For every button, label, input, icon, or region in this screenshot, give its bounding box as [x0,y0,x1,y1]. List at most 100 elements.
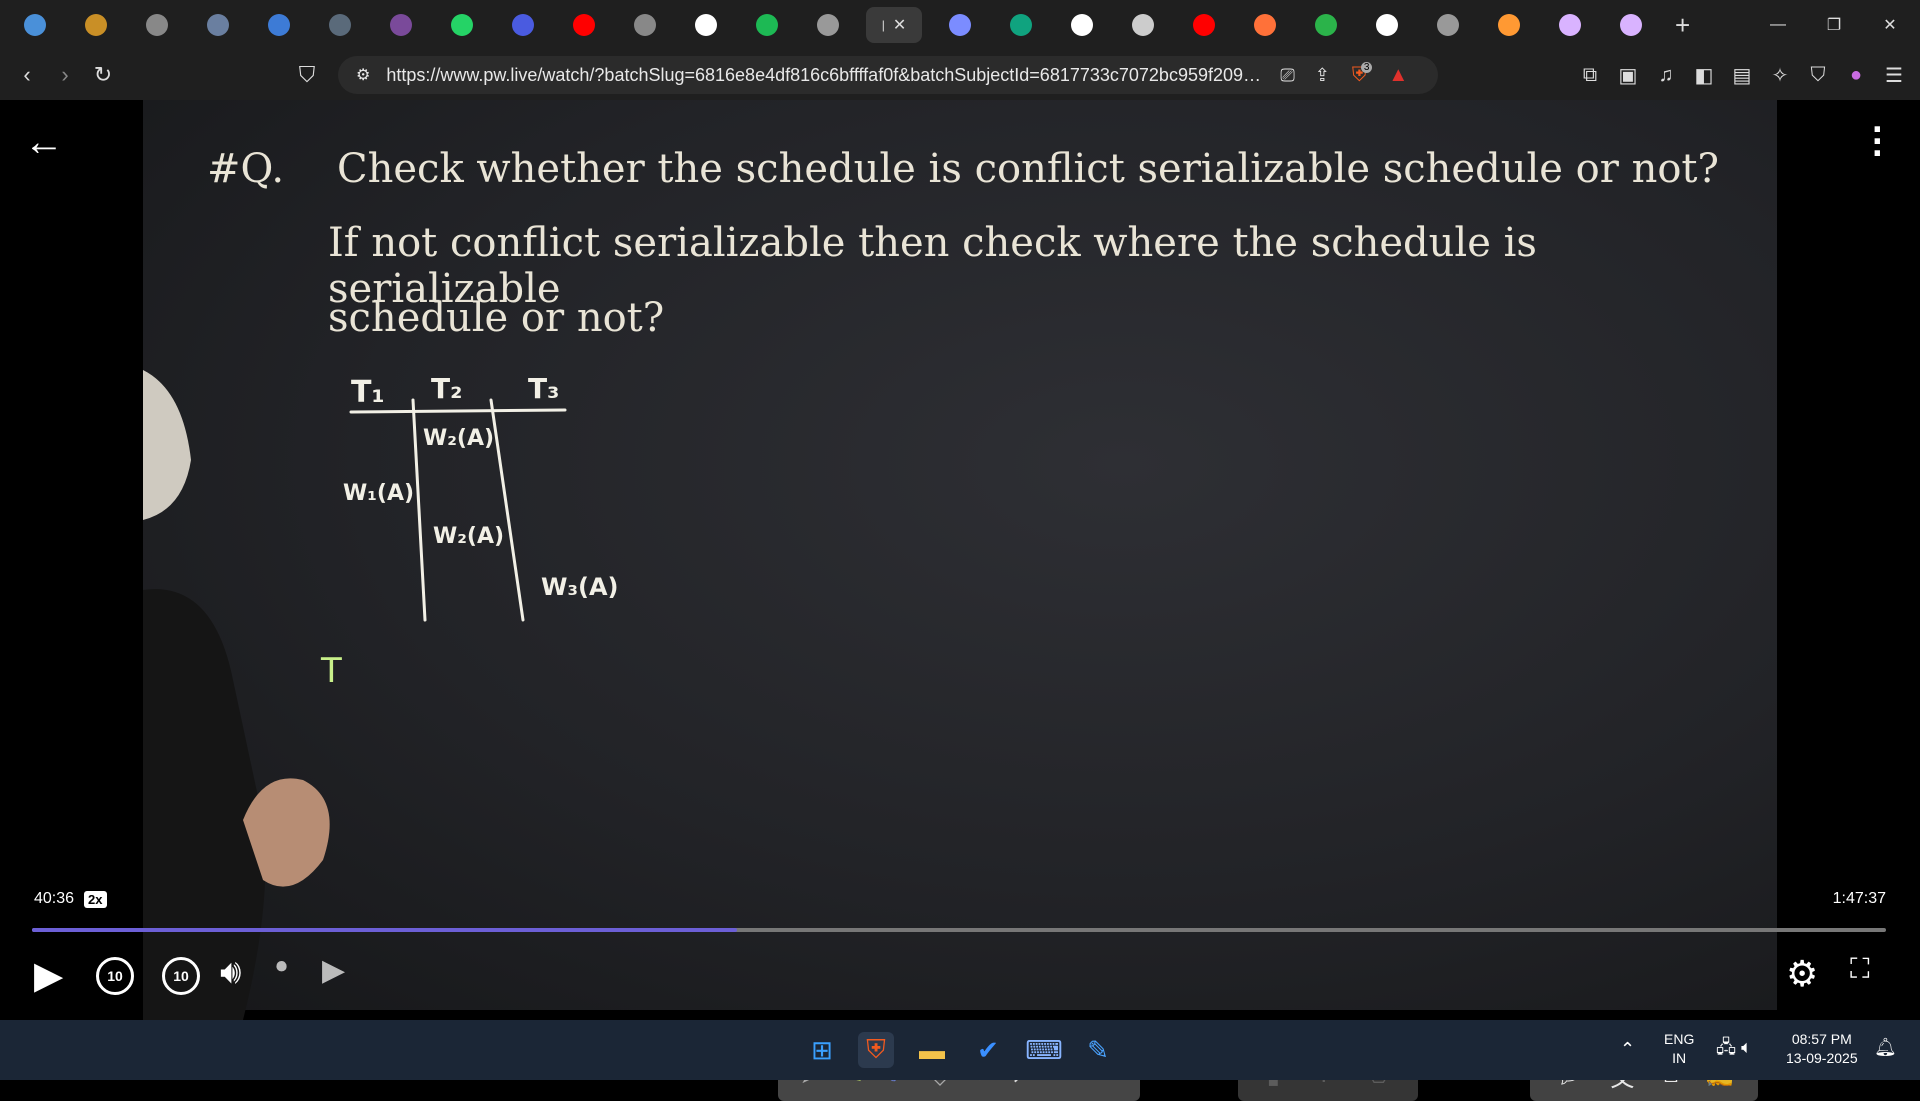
leo-ai-icon[interactable]: ✧ [1764,63,1796,88]
extensions-icon[interactable]: ⧉ [1574,64,1606,87]
browser-tab[interactable] [1364,7,1410,43]
browser-tab[interactable] [73,7,119,43]
forward-icon[interactable]: › [46,62,84,88]
browser-tab[interactable] [12,7,58,43]
cast-icon[interactable]: ⎚ [1280,65,1294,86]
globe-icon [146,14,168,36]
keyboard-icon[interactable]: ⌨ [1025,1032,1063,1068]
sidebar-icon[interactable]: ◧ [1688,63,1720,88]
paint-icon[interactable]: ✎ [1080,1032,1116,1068]
media-icon[interactable]: ♫ [1650,64,1682,87]
browser-tab[interactable] [1242,7,1288,43]
clock-date: 13-09-2025 [1786,1050,1858,1066]
brave-taskbar-icon[interactable]: ⛨ [858,1032,894,1068]
settings-gear-icon[interactable]: ⚙ [1786,953,1818,995]
new-tab-icon[interactable]: + [1675,10,1690,41]
skip-back-button[interactable]: 10 [96,957,134,995]
active-tab[interactable]: | ✕ [866,7,922,43]
playback-speed[interactable]: 2x [84,890,107,908]
volume-icon[interactable]: 🔊︎ [220,953,241,992]
browser-tab[interactable] [1425,7,1471,43]
tabs-group [12,7,866,43]
browser-tab[interactable] [744,7,790,43]
browser-tab[interactable] [134,7,180,43]
gemini-icon [949,14,971,36]
hand-t3: T₃ [528,372,559,405]
address-bar[interactable]: ⚙ https://www.pw.live/watch/?batchSlug=6… [338,56,1438,94]
url-text[interactable]: https://www.pw.live/watch/?batchSlug=681… [386,65,1266,86]
skip-forward-button[interactable]: 10 [162,957,200,995]
language-indicator[interactable]: ENG IN [1664,1030,1694,1068]
browser-tab[interactable] [1608,7,1654,43]
browser-tab[interactable] [1303,7,1349,43]
region: IN [1672,1050,1687,1066]
play-icon[interactable]: ▶ [34,953,63,998]
bookmark-icon[interactable]: ⛉ [288,62,326,88]
back-arrow-icon[interactable]: ← [24,120,64,165]
next-icon[interactable]: ▶ [322,953,345,988]
minimize-icon[interactable]: — [1750,0,1806,50]
browser-tab[interactable] [683,7,729,43]
site-settings-icon[interactable]: ⚙ [356,65,370,85]
windows-start-icon[interactable]: ⊞ [804,1032,840,1068]
bookmark-blue-icon [512,14,534,36]
file-explorer-icon[interactable]: ▬ [914,1032,950,1068]
brave-badge: 3 [1360,61,1373,73]
browser-tab[interactable] [317,7,363,43]
recording-icon[interactable]: ⏺ [276,953,287,979]
clock[interactable]: 08:57 PM 13-09-2025 [1786,1030,1858,1068]
reload-icon[interactable]: ↻ [84,62,122,88]
browser-tab[interactable] [1181,7,1227,43]
window-icon [1132,14,1154,36]
youtube-icon [1193,14,1215,36]
reader-icon[interactable]: ▣ [1612,63,1644,88]
todo-icon[interactable]: ✔ [970,1032,1006,1068]
back-icon[interactable]: ‹ [8,62,46,88]
show-hidden-icon[interactable]: ⌃ [1620,1040,1635,1059]
browser-tab[interactable] [805,7,851,43]
wikipedia-icon [1376,14,1398,36]
vpn-icon[interactable]: ⛉ [1802,64,1834,87]
browser-tab[interactable] [378,7,424,43]
seek-bar[interactable] [32,928,1886,932]
browser-tab[interactable] [1059,7,1105,43]
close-window-icon[interactable]: ✕ [1862,0,1918,50]
player-controls: ▶ 10 10 🔊︎ ⏺ ▶ ➤ ✎ ✐ ◇ ○ ↗ ↶ ↷ ▮ ? ⎔ 💬︎ … [0,945,1920,1101]
hand-op1: W₂(A) [423,426,494,451]
restore-icon[interactable]: ❐ [1806,0,1862,50]
notification-icon[interactable]: 🔔︎ [1874,1038,1897,1057]
profile-icon[interactable]: ● [1840,64,1872,87]
firefox-icon [1254,14,1276,36]
browser-tab[interactable] [500,7,546,43]
browser-tab[interactable] [998,7,1044,43]
profile-icon [207,14,229,36]
browser-tab[interactable] [561,7,607,43]
circle-icon [1620,14,1642,36]
browser-tab[interactable] [622,7,668,43]
menu-icon[interactable]: ☰ [1878,63,1910,88]
browser-tab[interactable] [1120,7,1166,43]
brave-rewards-icon[interactable]: ▲ [1388,64,1408,87]
browser-tab[interactable] [1486,7,1532,43]
chatgpt-icon [1010,14,1032,36]
browser-tab[interactable] [256,7,302,43]
browser-tab[interactable] [439,7,485,43]
google-icon [1071,14,1093,36]
globe-icon [817,14,839,36]
wallet-icon[interactable]: ▤ [1726,63,1758,88]
coin-icon [85,14,107,36]
browser-tab[interactable] [937,7,983,43]
more-options-icon[interactable]: · · · [1872,111,1885,173]
avatar-icon [390,14,412,36]
close-tab-icon[interactable]: ✕ [893,15,906,35]
browser-tab[interactable] [1547,7,1593,43]
globe-icon [1437,14,1459,36]
share-icon[interactable]: ⇪ [1315,65,1330,86]
language: ENG [1664,1031,1695,1047]
tabs-group-2 [937,7,1669,43]
fullscreen-icon[interactable]: ⛶ [1850,953,1870,986]
video-player[interactable]: #Q. Check whether the schedule is confli… [0,100,1920,1101]
browser-tab[interactable] [195,7,241,43]
tab-strip: | ✕ + — ❐ ✕ [0,0,1920,50]
network-volume-icon[interactable]: 🖧 🔈︎ [1716,1038,1752,1057]
